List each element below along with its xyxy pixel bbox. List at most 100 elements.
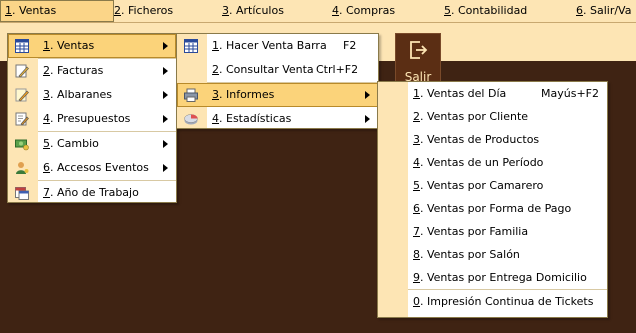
menubar-item-contabilidad[interactable]: 5. Contabilidad (440, 0, 531, 22)
menu-informes: 1. Ventas del Día Mayús+F2 2. Ventas por… (377, 81, 608, 318)
submenu-arrow-icon (163, 164, 168, 172)
menu-item-ventas-por-salon[interactable]: 8. Ventas por Salón (378, 243, 607, 266)
menu-item-ano-trabajo[interactable]: 7. Año de Trabajo (8, 181, 176, 205)
exit-icon (410, 41, 428, 59)
menu-item-label: . Informes (219, 88, 275, 101)
menubar-item-articulos-label: . Artículos (229, 4, 284, 17)
menubar-item-ficheros[interactable]: 2. Ficheros (110, 0, 177, 22)
menubar-item-articulos[interactable]: 3. Artículos (218, 0, 288, 22)
submenu-arrow-icon (163, 115, 168, 123)
menu-item-ventas-por-entrega-domicilio[interactable]: 9. Ventas por Entrega Domicilio (378, 266, 607, 289)
menubar-item-salir[interactable]: 6. Salir/Va (572, 0, 635, 22)
menu-item-label: . Estadísticas (219, 112, 292, 125)
menu-item-mnemonic: 4 (43, 112, 50, 125)
menu-item-mnemonic: 3 (43, 88, 50, 101)
menubar-item-compras-label: . Compras (339, 4, 396, 17)
printer-icon (184, 88, 198, 102)
menu-item-mnemonic: 5 (413, 179, 420, 192)
pie-chart-icon (184, 114, 198, 125)
menu-item-mnemonic: 4 (212, 112, 219, 125)
menubar-item-compras[interactable]: 4. Compras (328, 0, 399, 22)
menu-item-facturas[interactable]: 2. Facturas (8, 59, 176, 83)
menu-item-label: . Ventas de Productos (420, 133, 540, 146)
menu-item-impresion-continua-tickets[interactable]: 0. Impresión Continua de Tickets (378, 290, 607, 314)
grid-icon (15, 39, 29, 53)
menu-item-mnemonic: 2 (43, 64, 50, 77)
menu-item-mnemonic: 7 (43, 186, 50, 199)
menu-item-label: . Ventas de un Período (420, 156, 544, 169)
menubar-item-salir-mnemonic: 6 (576, 4, 583, 17)
submenu-arrow-icon (365, 115, 370, 123)
menu-item-hacer-venta-barra[interactable]: 1. Hacer Venta Barra F2 (177, 34, 378, 58)
menu-item-label: . Ventas por Salón (420, 248, 520, 261)
menu-item-mnemonic: 3 (413, 133, 420, 146)
menu-item-ventas-de-un-periodo[interactable]: 4. Ventas de un Período (378, 151, 607, 174)
menu-item-presupuestos[interactable]: 4. Presupuestos (8, 107, 176, 131)
submenu-arrow-icon (163, 67, 168, 75)
person-icon (16, 162, 29, 174)
menu-item-label: . Accesos Eventos (50, 161, 149, 174)
menu-item-label: . Año de Trabajo (50, 186, 139, 199)
menubar-item-contabilidad-mnemonic: 5 (444, 4, 451, 17)
menubar-item-salir-label: . Salir/Va (583, 4, 632, 17)
menu-item-label: . Consultar Venta (219, 63, 314, 76)
menu-item-ventas-por-forma-de-pago[interactable]: 6. Ventas por Forma de Pago (378, 197, 607, 220)
menu-item-mnemonic: 0 (413, 295, 420, 308)
pencil-icon (15, 64, 29, 78)
menu-item-consultar-venta[interactable]: 2. Consultar Venta Ctrl+F2 (177, 58, 378, 82)
menu-item-mnemonic: 2 (413, 110, 420, 123)
menu-ventas: 1. Ventas 2. Facturas 3. Albaranes 4. Pr… (7, 33, 177, 203)
menubar-item-ficheros-label: . Ficheros (121, 4, 174, 17)
menu-item-cambio[interactable]: 5. Cambio (8, 132, 176, 156)
menu-item-label: . Ventas por Camarero (420, 179, 544, 192)
menu-item-ventas-por-cliente[interactable]: 2. Ventas por Cliente (378, 105, 607, 128)
menu-item-label: . Presupuestos (50, 112, 131, 125)
note-pencil-icon (15, 88, 29, 102)
menu-item-label: . Ventas por Forma de Pago (420, 202, 572, 215)
menu-item-label: . Impresión Continua de Tickets (420, 295, 594, 308)
menu-item-shortcut: Ctrl+F2 (316, 63, 359, 76)
menu-item-mnemonic: 9 (413, 271, 420, 284)
menubar-item-ventas-label: . Ventas (12, 4, 57, 17)
menubar-item-ventas[interactable]: 1. Ventas (0, 0, 114, 22)
menu-item-mnemonic: 1 (43, 39, 50, 52)
menu-item-label: . Ventas del Día (420, 87, 507, 100)
menu-item-ventas[interactable]: 1. Ventas (8, 34, 176, 58)
menubar-item-compras-mnemonic: 4 (332, 4, 339, 17)
menu-item-label: . Cambio (50, 137, 99, 150)
menu-item-mnemonic: 6 (413, 202, 420, 215)
menu-bar: 1. Ventas 2. Ficheros 3. Artículos 4. Co… (0, 0, 636, 23)
menu-item-mnemonic: 3 (212, 88, 219, 101)
submenu-arrow-icon (163, 91, 168, 99)
menu-item-label: . Ventas por Cliente (420, 110, 529, 123)
menu-item-label: . Facturas (50, 64, 104, 77)
menu-item-mnemonic: 2 (212, 63, 219, 76)
menubar-item-ventas-mnemonic: 1 (5, 4, 12, 17)
menu-item-mnemonic: 4 (413, 156, 420, 169)
menu-item-shortcut: F2 (343, 39, 357, 52)
menu-item-label: . Ventas por Familia (420, 225, 529, 238)
calendar-icon (15, 187, 29, 200)
menu-item-shortcut: Mayús+F2 (541, 87, 599, 100)
submenu-arrow-icon (365, 91, 370, 99)
menu-item-label: . Albaranes (50, 88, 113, 101)
menubar-item-contabilidad-label: . Contabilidad (451, 4, 528, 17)
money-icon (15, 139, 29, 151)
menu-item-mnemonic: 1 (212, 39, 219, 52)
menu-item-ventas-del-dia[interactable]: 1. Ventas del Día Mayús+F2 (378, 82, 607, 105)
menu-item-mnemonic: 6 (43, 161, 50, 174)
menu-item-ventas-de-productos[interactable]: 3. Ventas de Productos (378, 128, 607, 151)
grid-icon (184, 39, 198, 53)
menu-item-ventas-por-familia[interactable]: 7. Ventas por Familia (378, 220, 607, 243)
menu-item-label: . Hacer Venta Barra (219, 39, 327, 52)
menu-item-ventas-por-camarero[interactable]: 5. Ventas por Camarero (378, 174, 607, 197)
menu-item-albaranes[interactable]: 3. Albaranes (8, 83, 176, 107)
menu-item-accesos-eventos[interactable]: 6. Accesos Eventos (8, 156, 176, 180)
document-edit-icon (15, 112, 29, 126)
menu-item-mnemonic: 1 (413, 87, 420, 100)
menu-item-estadisticas[interactable]: 4. Estadísticas (177, 107, 378, 131)
menu-item-label: . Ventas por Entrega Domicilio (420, 271, 587, 284)
menu-item-informes[interactable]: 3. Informes (177, 83, 378, 107)
menu-item-mnemonic: 7 (413, 225, 420, 238)
menu-sub-ventas: 1. Hacer Venta Barra F2 2. Consultar Ven… (176, 33, 379, 129)
